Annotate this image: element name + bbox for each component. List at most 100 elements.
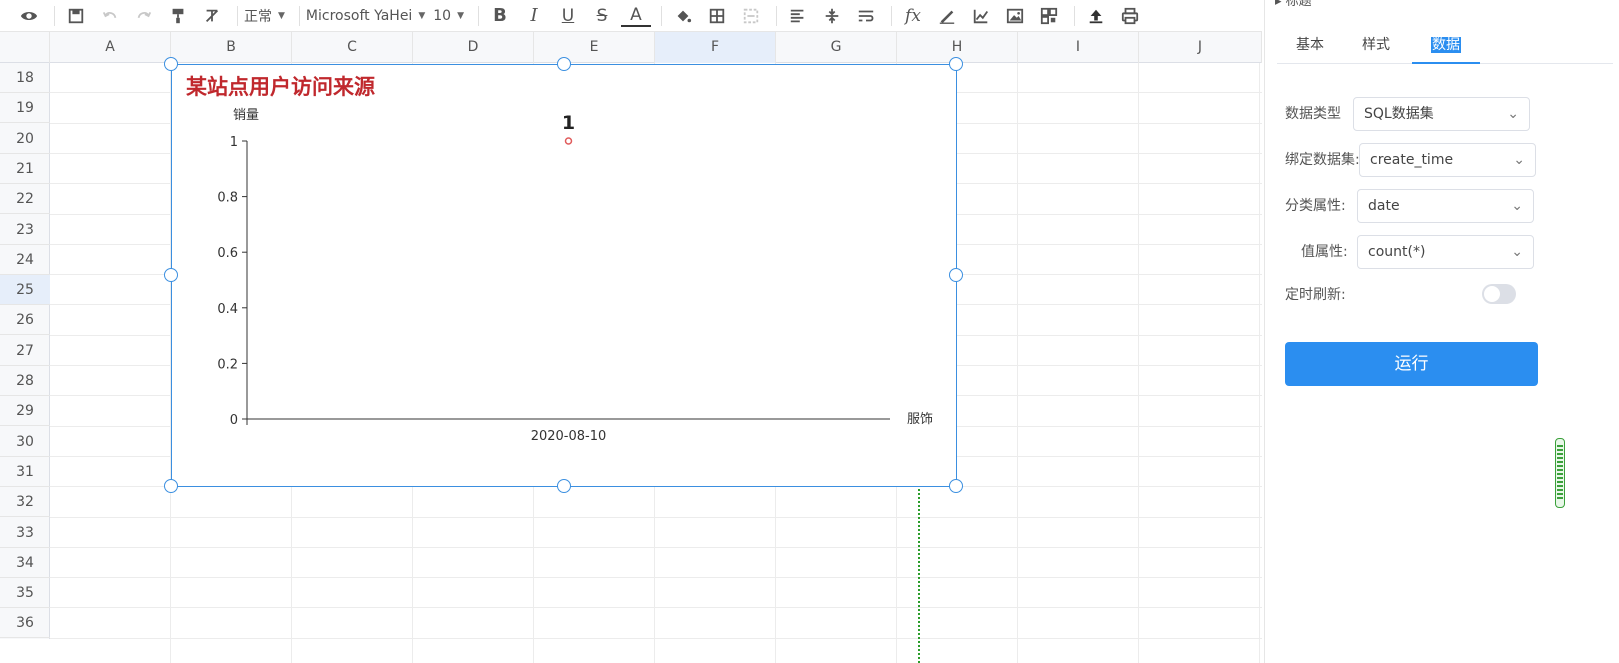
refresh-label: 定时刷新: (1285, 287, 1346, 303)
row-header-21[interactable]: 21 (0, 154, 50, 184)
corner-cell[interactable] (0, 32, 50, 63)
redo-icon[interactable] (129, 3, 159, 29)
value-select[interactable]: count(*) ⌄ (1357, 235, 1534, 269)
scrollbar-grip (1557, 473, 1563, 475)
column-header-c[interactable]: C (292, 32, 413, 63)
italic-icon[interactable]: I (519, 3, 549, 29)
row-header-22[interactable]: 22 (0, 184, 50, 215)
resize-handle-left[interactable] (164, 268, 178, 282)
refresh-row: 定时刷新: (1285, 277, 1346, 311)
border-icon[interactable] (702, 3, 732, 29)
dataset-row: 绑定数据集: (1285, 142, 1360, 176)
panel-scrollbar[interactable] (1555, 438, 1565, 508)
row-header-33[interactable]: 33 (0, 518, 50, 548)
column-header-g[interactable]: G (776, 32, 897, 63)
upload-icon[interactable] (1081, 3, 1111, 29)
function-icon[interactable]: fx (898, 3, 928, 29)
resize-handle-top-right[interactable] (949, 57, 963, 71)
toolbar-divider (298, 5, 300, 26)
tab-basic-label: 基本 (1296, 37, 1324, 53)
chart-container[interactable]: 0 0.2 0.4 0.6 0.8 1 销量 服饰 2020-08-10 1 某站点用户访问来源 (164, 57, 963, 493)
row-header-18[interactable]: 18 (0, 63, 50, 93)
tab-basic[interactable]: 基本 (1277, 30, 1343, 64)
panel-section-header[interactable]: ▸ 标题 (1275, 0, 1312, 9)
chevron-down-icon: ⌄ (1513, 152, 1525, 168)
toolbar-divider (776, 5, 777, 26)
chevron-down-icon: ⌄ (1507, 106, 1519, 122)
eye-icon[interactable] (14, 3, 44, 29)
bold-icon[interactable]: B (485, 3, 515, 29)
data-type-value: SQL数据集 (1364, 106, 1434, 122)
resize-handle-right[interactable] (949, 268, 963, 282)
merge-cells-icon[interactable] (736, 3, 766, 29)
resize-handle-bottom-right[interactable] (949, 479, 963, 493)
category-select[interactable]: date ⌄ (1357, 189, 1534, 223)
scrollbar-grip (1557, 485, 1563, 487)
align-icon[interactable] (783, 3, 813, 29)
image-icon[interactable] (1000, 3, 1030, 29)
strikethrough-icon[interactable]: S (587, 3, 617, 29)
grid-column-line (1138, 63, 1139, 663)
clear-format-icon[interactable] (197, 3, 227, 29)
data-label: 1 (562, 112, 575, 134)
row-header-31[interactable]: 31 (0, 457, 50, 487)
row-header-35[interactable]: 35 (0, 578, 50, 609)
row-header-30[interactable]: 30 (0, 427, 50, 457)
edit-chart-icon[interactable] (932, 3, 962, 29)
row-header-25[interactable]: 25 (0, 275, 50, 306)
dataset-select[interactable]: create_time ⌄ (1359, 143, 1536, 177)
row-header-32[interactable]: 32 (0, 487, 50, 518)
chart-plot: 0 0.2 0.4 0.6 0.8 1 销量服饰 2020-08-10 1 (217, 108, 933, 444)
tab-style[interactable]: 样式 (1343, 30, 1409, 64)
column-header-a[interactable]: A (50, 32, 171, 63)
column-header-j[interactable]: J (1139, 32, 1262, 63)
row-header-20[interactable]: 20 (0, 124, 50, 154)
value-label: 值属性: (1301, 244, 1348, 260)
x-tick-label: 2020-08-10 (531, 429, 607, 444)
row-header-23[interactable]: 23 (0, 215, 50, 245)
dataset-value: create_time (1370, 152, 1454, 168)
column-header-i[interactable]: I (1018, 32, 1139, 63)
row-header-24[interactable]: 24 (0, 245, 50, 275)
tab-data[interactable]: 数据 (1412, 30, 1480, 64)
valign-icon[interactable] (817, 3, 847, 29)
print-icon[interactable] (1115, 3, 1145, 29)
chart-icon[interactable] (966, 3, 996, 29)
font-color-icon[interactable]: A (621, 5, 651, 27)
undo-icon[interactable] (95, 3, 125, 29)
font-family-value: Microsoft YaHei (305, 7, 413, 24)
save-icon[interactable] (61, 3, 91, 29)
auto-refresh-toggle[interactable] (1482, 284, 1516, 304)
category-value: date (1368, 198, 1400, 214)
wrap-icon[interactable] (851, 3, 881, 29)
font-family-select[interactable]: Microsoft YaHei ▼ (306, 3, 425, 29)
column-header-d[interactable]: D (413, 32, 534, 63)
resize-handle-bottom-left[interactable] (164, 479, 178, 493)
resize-handle-bottom[interactable] (557, 479, 571, 493)
row-header-27[interactable]: 27 (0, 336, 50, 366)
qrcode-icon[interactable] (1034, 3, 1064, 29)
row-header-34[interactable]: 34 (0, 548, 50, 578)
scrollbar-grip (1557, 453, 1563, 455)
row-header-19[interactable]: 19 (0, 93, 50, 124)
y-axis-label: 销量 (233, 108, 259, 123)
row-header-29[interactable]: 29 (0, 396, 50, 427)
column-header-f[interactable]: F (655, 32, 776, 63)
format-painter-icon[interactable] (163, 3, 193, 29)
scrollbar-grip (1557, 481, 1563, 483)
row-header-36[interactable]: 36 (0, 608, 50, 639)
font-style-select[interactable]: 正常 ▼ (244, 3, 285, 29)
run-button[interactable]: 运行 (1285, 342, 1538, 386)
underline-icon[interactable]: U (553, 3, 583, 29)
font-size-select[interactable]: 10 ▼ (433, 3, 464, 29)
row-header-28[interactable]: 28 (0, 366, 50, 396)
fill-color-icon[interactable] (668, 3, 698, 29)
column-header-e[interactable]: E (534, 32, 655, 63)
resize-handle-top[interactable] (557, 57, 571, 71)
resize-handle-top-left[interactable] (164, 57, 178, 71)
row-header-26[interactable]: 26 (0, 305, 50, 336)
data-type-select[interactable]: SQL数据集 ⌄ (1353, 97, 1530, 131)
toolbar: 正常 ▼ Microsoft YaHei ▼ 10 ▼ B I U S A fx (0, 0, 1262, 32)
toolbar-divider (891, 5, 892, 26)
column-header-b[interactable]: B (171, 32, 292, 63)
